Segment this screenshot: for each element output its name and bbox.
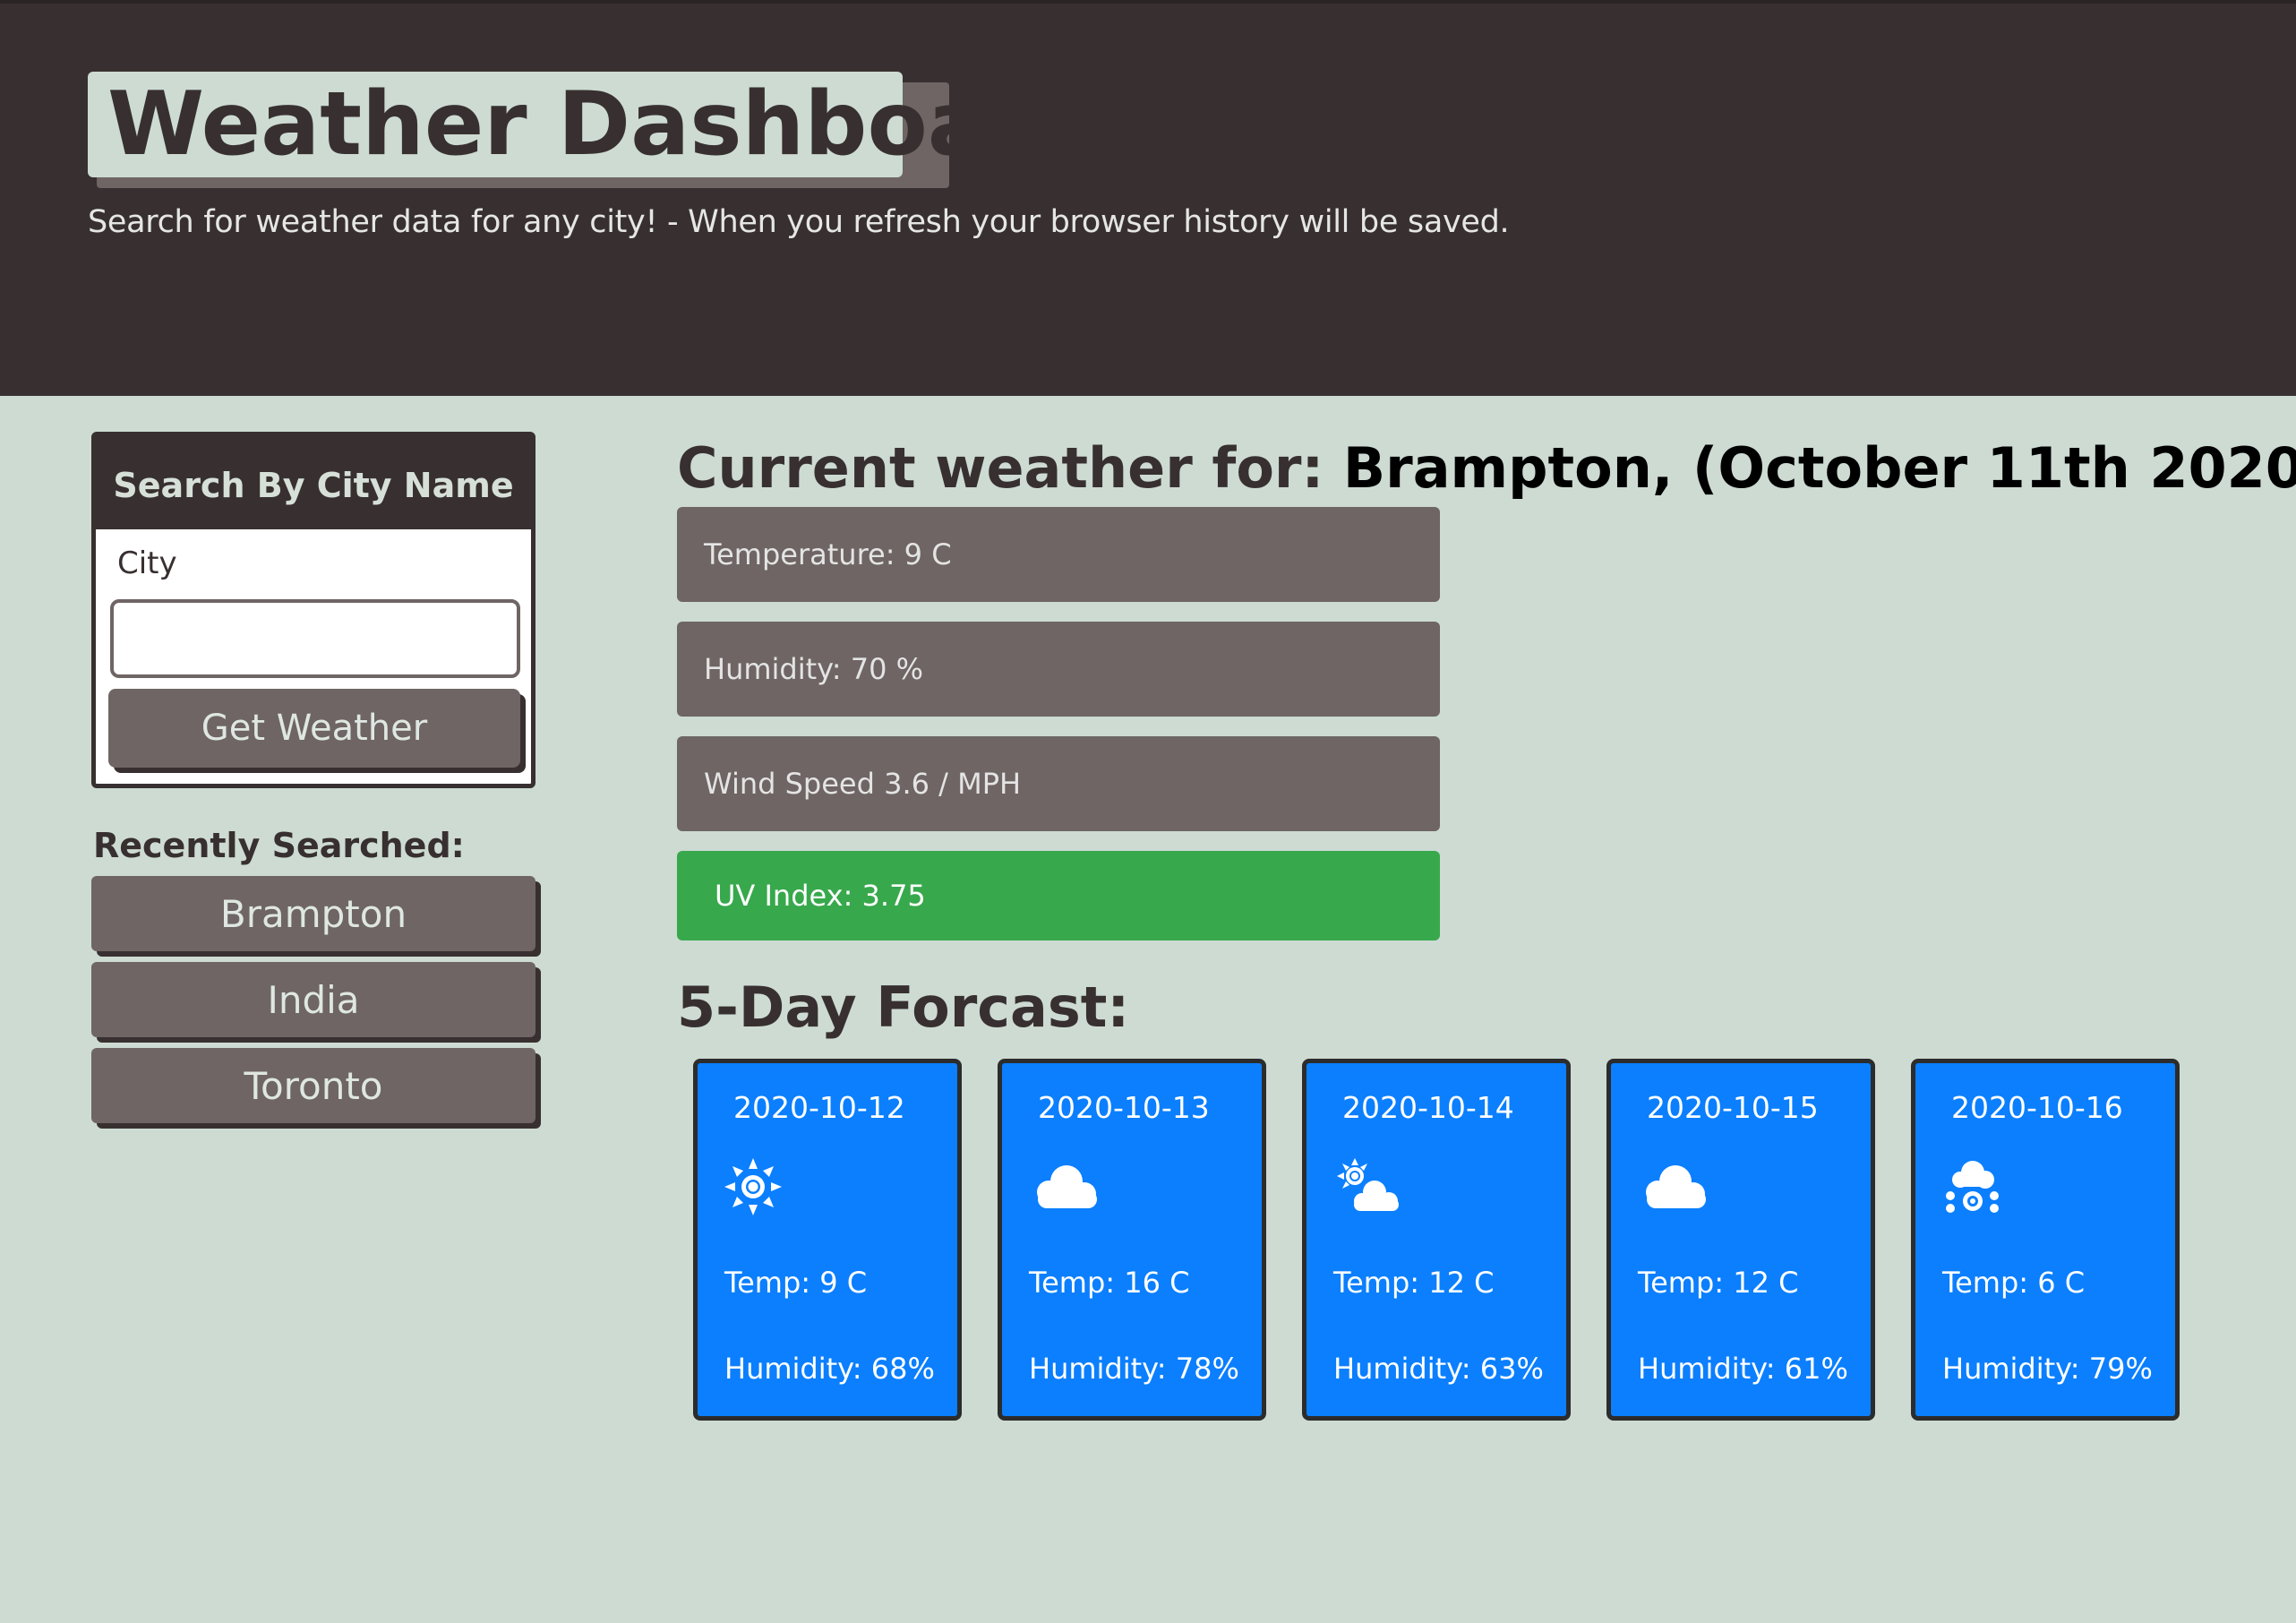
current-weather-prefix: Current weather for: <box>677 435 1324 501</box>
recent-item-toronto[interactable]: Toronto <box>91 1048 535 1123</box>
current-weather-heading: Current weather for: Brampton, (October … <box>677 435 2296 501</box>
forecast-card: 2020-10-13 Temp: 16 C Humidity: 78% <box>998 1059 1266 1421</box>
cloud-icon <box>1638 1156 1706 1219</box>
forecast-date: 2020-10-16 <box>1951 1090 2123 1125</box>
header-top-border <box>0 0 2296 4</box>
search-card-heading: Search By City Name <box>96 436 531 529</box>
forecast-humidity: Humidity: 79% <box>1942 1352 2153 1386</box>
forecast-card: 2020-10-12 Temp: 9 C Humidity: 68% <box>693 1059 962 1421</box>
recent-item-brampton[interactable]: Brampton <box>91 876 535 951</box>
sun-icon <box>724 1156 792 1219</box>
page-subtitle: Search for weather data for any city! - … <box>88 204 1510 240</box>
city-search-input[interactable] <box>110 599 520 678</box>
page-title: Weather Dashboard <box>88 72 1092 177</box>
wind-speed-row: Wind Speed 3.6 / MPH <box>677 736 1440 831</box>
forecast-temp: Temp: 12 C <box>1638 1266 1799 1300</box>
forecast-temp: Temp: 9 C <box>724 1266 868 1300</box>
cloud-icon <box>1029 1156 1097 1219</box>
title-block: Weather Dashboard <box>88 72 1092 188</box>
partly-cloudy-icon <box>1333 1156 1401 1219</box>
forecast-humidity: Humidity: 63% <box>1333 1352 1544 1386</box>
page-header: Weather Dashboard Search for weather dat… <box>0 0 2296 396</box>
forecast-date: 2020-10-14 <box>1342 1090 1514 1125</box>
uv-index-row: UV Index: 3.75 <box>677 851 1440 940</box>
forecast-date: 2020-10-15 <box>1647 1090 1819 1125</box>
city-label: City <box>117 545 177 581</box>
forecast-humidity: Humidity: 68% <box>724 1352 935 1386</box>
forecast-heading: 5-Day Forcast: <box>677 975 1130 1040</box>
forecast-card: 2020-10-15 Temp: 12 C Humidity: 61% <box>1606 1059 1875 1421</box>
forecast-temp: Temp: 16 C <box>1029 1266 1190 1300</box>
get-weather-button[interactable]: Get Weather <box>108 689 520 768</box>
forecast-date: 2020-10-13 <box>1038 1090 1210 1125</box>
snow-cloud-icon <box>1942 1156 2010 1219</box>
forecast-humidity: Humidity: 61% <box>1638 1352 1848 1386</box>
recent-searched-heading: Recently Searched: <box>93 826 465 865</box>
temperature-row: Temperature: 9 C <box>677 507 1440 602</box>
forecast-temp: Temp: 6 C <box>1942 1266 2086 1300</box>
forecast-humidity: Humidity: 78% <box>1029 1352 1239 1386</box>
forecast-card: 2020-10-16 Temp: 6 C Humidity: 79% <box>1911 1059 2180 1421</box>
forecast-card: 2020-10-14 Temp: 12 C Humidity: 63% <box>1302 1059 1571 1421</box>
forecast-date: 2020-10-12 <box>733 1090 905 1125</box>
recent-item-india[interactable]: India <box>91 962 535 1037</box>
humidity-row: Humidity: 70 % <box>677 622 1440 717</box>
forecast-temp: Temp: 12 C <box>1333 1266 1495 1300</box>
current-weather-city: Brampton, (October 11th 2020) <box>1342 435 2296 501</box>
search-card: Search By City Name City Get Weather <box>91 432 535 788</box>
